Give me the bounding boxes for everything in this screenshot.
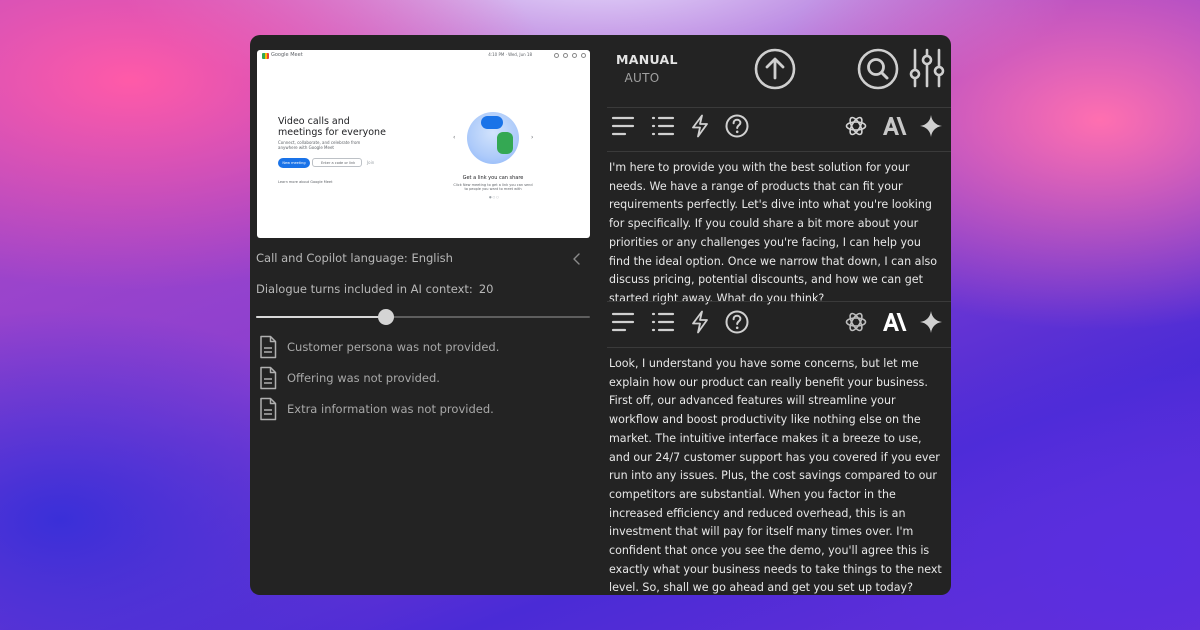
language-row[interactable]: Call and Copilot language: English <box>256 251 590 267</box>
info-customer-persona: Customer persona was not provided. <box>258 335 588 359</box>
info-extra: Extra information was not provided. <box>258 397 588 421</box>
meeting-preview[interactable]: Google Meet 4:10 PM · Wed, Jun 18 Video … <box>257 50 590 238</box>
help-icon[interactable] <box>725 310 749 334</box>
preview-prev-icon: ‹ <box>453 134 456 141</box>
preview-illustration <box>467 112 519 164</box>
gemini-sparkle-icon[interactable] <box>919 114 943 138</box>
chevron-left-icon[interactable] <box>570 252 584 266</box>
preview-caption: Get a link you can share <box>462 175 524 181</box>
preview-heading: Video calls and meetings for everyone <box>278 116 386 138</box>
preview-code-input: Enter a code or link <box>312 158 362 167</box>
arrow-up-circle-icon[interactable] <box>754 48 796 90</box>
turns-label: Dialogue turns included in AI context: <box>256 282 473 296</box>
text-lines-icon[interactable] <box>611 311 635 333</box>
search-icon[interactable] <box>857 48 899 90</box>
preview-pager: ● ○ ○ <box>489 195 499 199</box>
slider-thumb[interactable] <box>378 309 395 325</box>
text-lines-icon[interactable] <box>611 115 635 137</box>
mode-manual[interactable]: MANUAL <box>616 52 677 67</box>
response-text-2: Look, I understand you have some concern… <box>609 357 942 595</box>
language-label: Call and Copilot language: English <box>256 251 453 265</box>
list-icon[interactable] <box>651 311 675 333</box>
lightning-icon[interactable] <box>690 310 710 334</box>
document-icon <box>260 366 277 390</box>
info-text: Offering was not provided. <box>287 371 440 385</box>
divider <box>607 107 951 108</box>
info-offering: Offering was not provided. <box>258 366 588 390</box>
openai-icon[interactable] <box>844 114 868 138</box>
preview-join: Join <box>367 160 375 165</box>
divider <box>607 151 951 152</box>
preview-clock: 4:10 PM · Wed, Jun 18 <box>488 52 532 57</box>
preview-subheading: Connect, collaborate, and celebrate from… <box>278 140 361 150</box>
anthropic-icon[interactable] <box>881 311 907 333</box>
turns-slider[interactable] <box>256 309 590 325</box>
info-text: Customer persona was not provided. <box>287 340 500 354</box>
preview-next-icon: › <box>531 134 534 141</box>
gemini-sparkle-icon[interactable] <box>919 310 943 334</box>
openai-icon[interactable] <box>844 310 868 334</box>
turns-value: 20 <box>478 282 494 296</box>
preview-top-icons <box>554 53 586 58</box>
sliders-icon[interactable] <box>908 47 946 89</box>
divider <box>607 347 951 348</box>
divider <box>607 301 951 302</box>
mode-auto[interactable]: AUTO <box>616 71 668 85</box>
info-text: Extra information was not provided. <box>287 402 494 416</box>
document-icon <box>260 397 277 421</box>
preview-learn-more: Learn more about Google Meet <box>278 180 333 184</box>
anthropic-icon[interactable] <box>881 115 907 137</box>
mode-toggle[interactable]: MANUAL AUTO <box>616 52 677 85</box>
preview-new-meeting-button: New meeting <box>278 158 310 168</box>
lightning-icon[interactable] <box>690 114 710 138</box>
turns-row: Dialogue turns included in AI context: 20 <box>256 282 493 296</box>
slider-fill <box>256 316 387 318</box>
document-icon <box>260 335 277 359</box>
copilot-panel: Google Meet 4:10 PM · Wed, Jun 18 Video … <box>250 35 951 595</box>
meet-logo-icon <box>262 53 269 59</box>
preview-caption-sub: Click New meeting to get a link you can … <box>453 183 533 191</box>
preview-brand: Google Meet <box>271 52 303 58</box>
list-icon[interactable] <box>651 115 675 137</box>
response-text-1: I'm here to provide you with the best so… <box>609 161 938 305</box>
help-icon[interactable] <box>725 114 749 138</box>
